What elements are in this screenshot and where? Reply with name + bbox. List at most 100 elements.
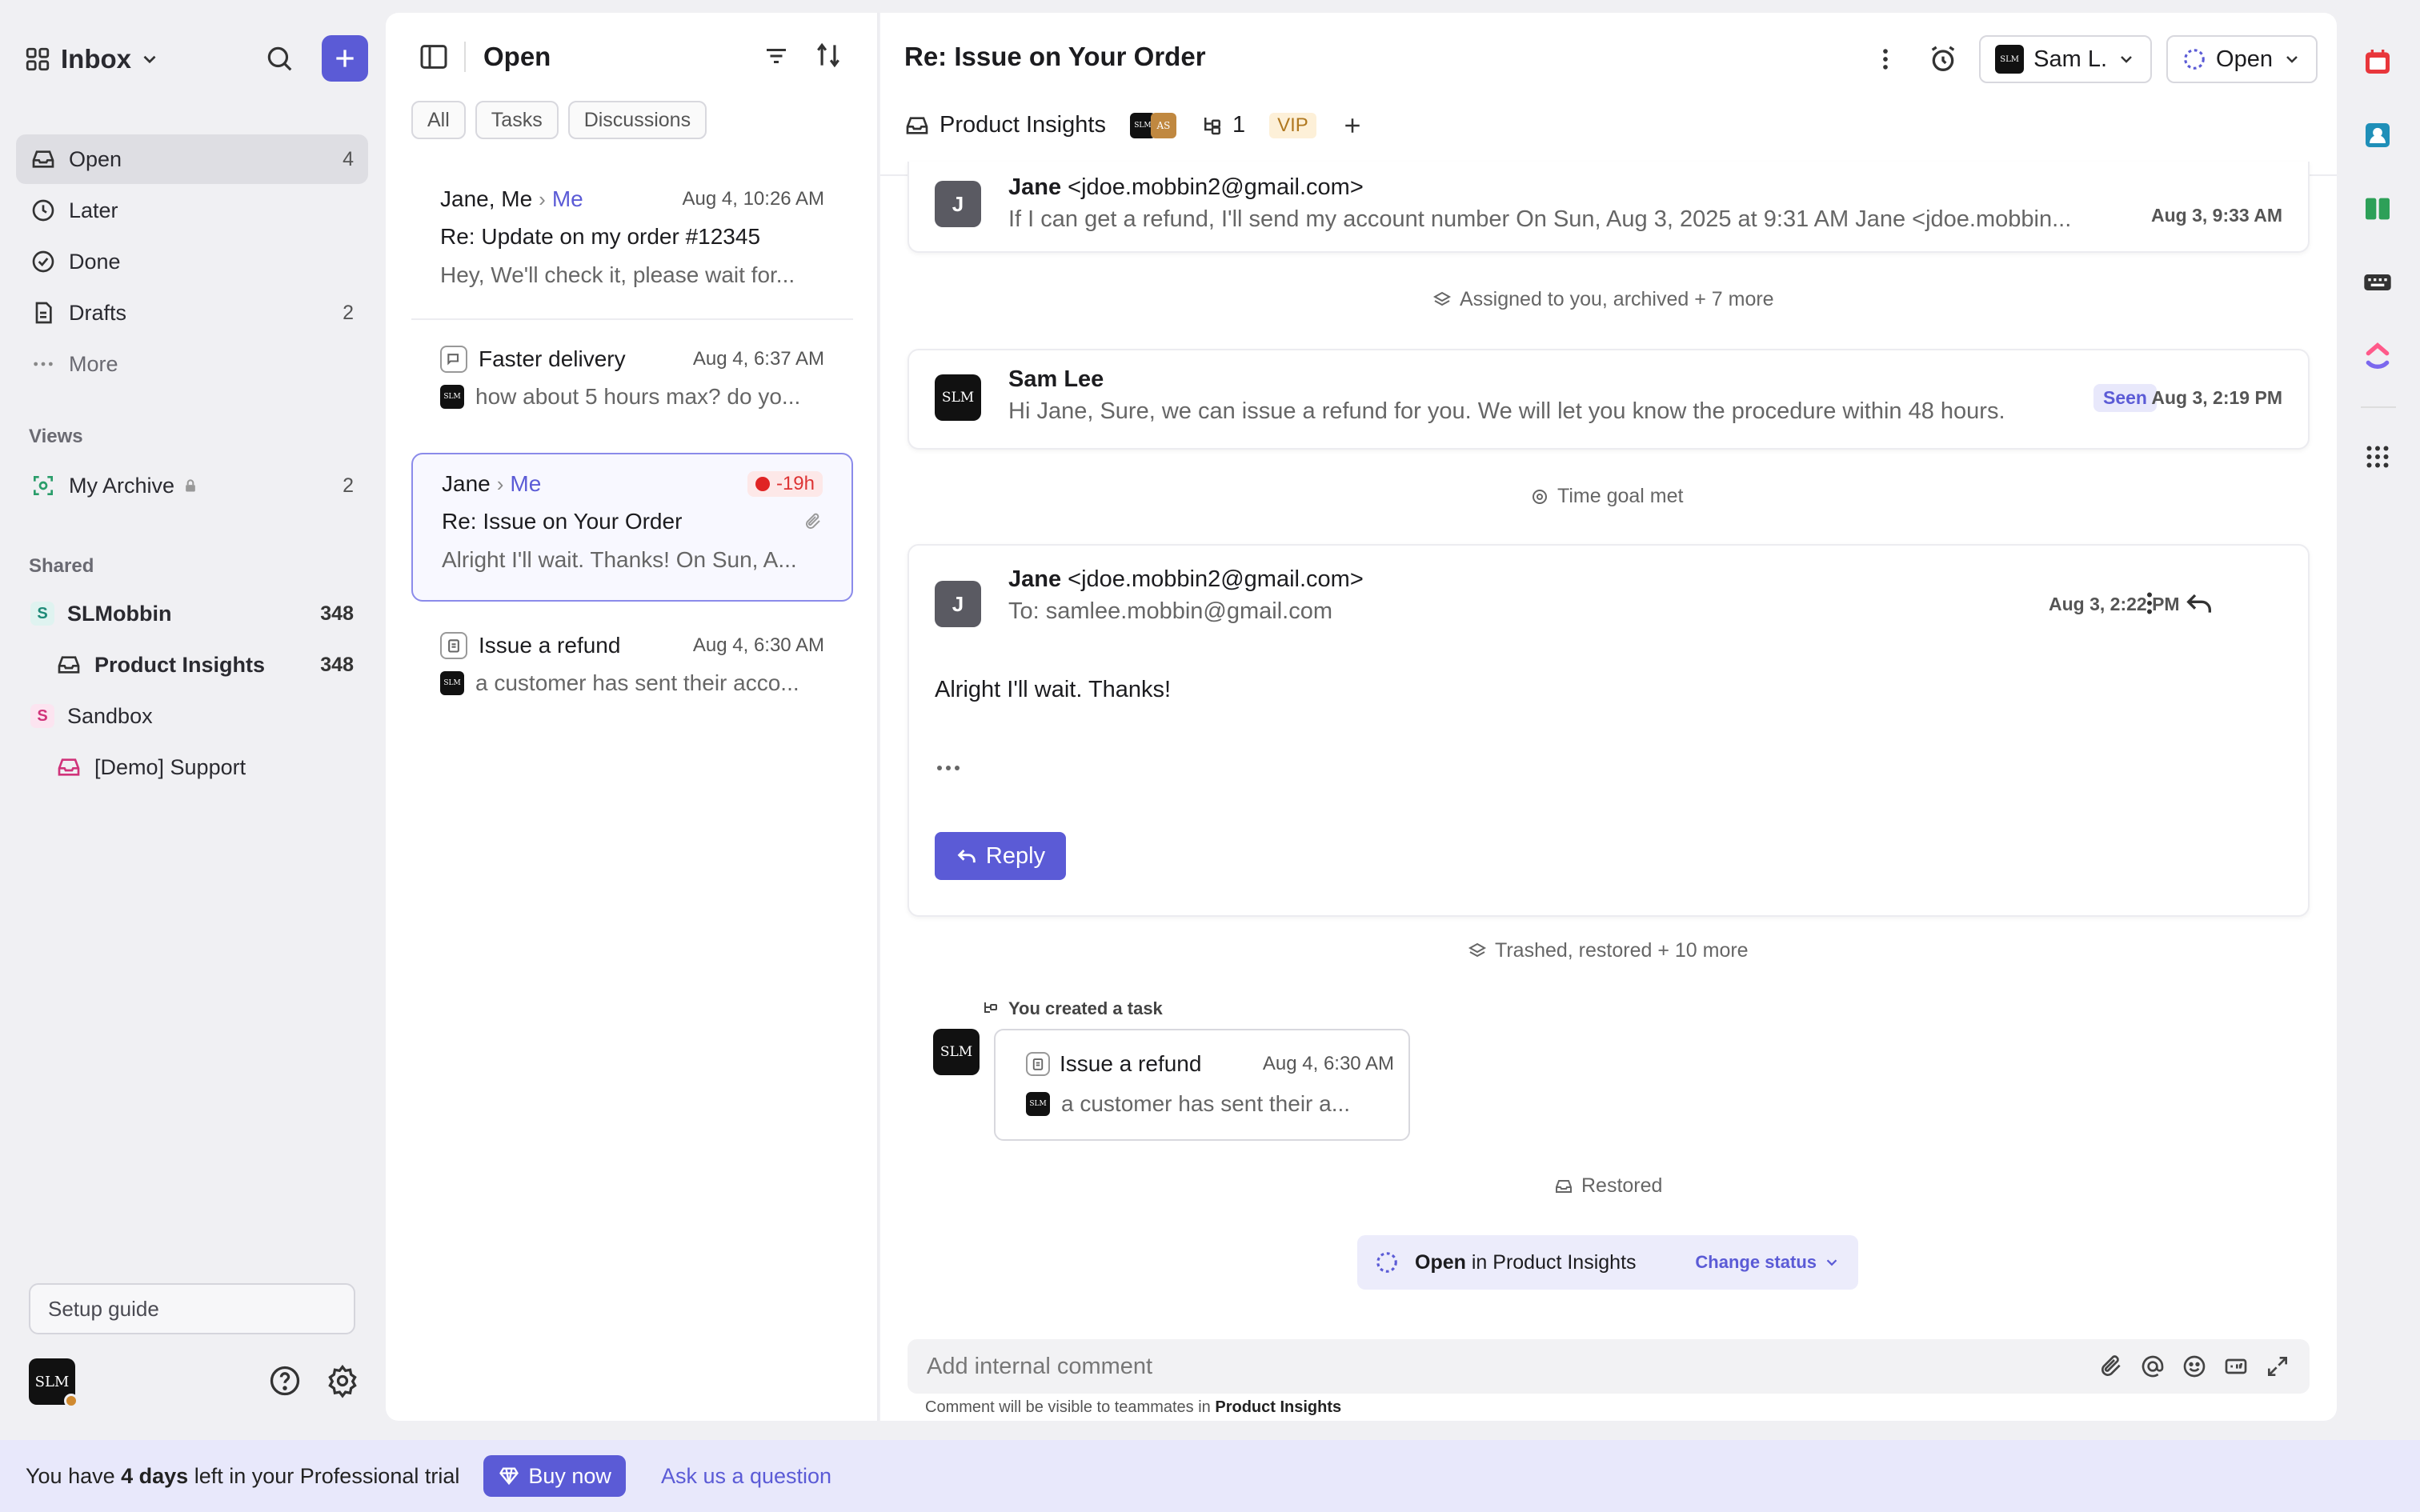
chip-all[interactable]: All [411, 101, 466, 139]
nav-more[interactable]: More [16, 339, 368, 389]
subtask-icon [984, 1002, 997, 1013]
inbox-icon [58, 656, 80, 674]
compose-button[interactable] [322, 35, 368, 82]
conv-subject: Re: Update on my order #12345 [440, 224, 761, 249]
assignee-name: Sam L. [2033, 46, 2108, 72]
note-inbox: Product Insights [1215, 1398, 1342, 1416]
avatar: SLM [1026, 1092, 1050, 1116]
trial-days: 4 days [121, 1463, 189, 1488]
snooze-button[interactable] [1921, 38, 1965, 81]
user-avatar[interactable]: SLM [29, 1358, 78, 1408]
conv-from: Jane [442, 471, 491, 496]
status-dropdown[interactable]: Open [2166, 35, 2318, 83]
nav-open[interactable]: Open 4 [16, 134, 368, 184]
nav-later[interactable]: Later [16, 186, 368, 235]
document-icon [35, 302, 52, 324]
status-bar: Open in Product Insights Change status [1357, 1235, 1858, 1290]
linked-tasks[interactable]: 1 [1200, 112, 1245, 138]
filter-icon[interactable] [762, 42, 791, 70]
team-badge: S [30, 704, 54, 728]
shared-sandbox[interactable]: S Sandbox [16, 691, 368, 741]
conversation-item[interactable]: Faster delivery Aug 4, 6:37 AM SLM how ab… [411, 341, 853, 416]
message-recipient: To: samlee.mobbin@gmail.com [1008, 598, 1332, 624]
nav-done[interactable]: Done [16, 237, 368, 286]
assignee-dropdown[interactable]: SLM Sam L. [1979, 35, 2153, 83]
vip-tag[interactable]: VIP [1269, 112, 1316, 138]
workspace-title: Inbox [61, 44, 131, 74]
buy-now-button[interactable]: Buy now [483, 1455, 626, 1497]
layers-icon [1468, 942, 1487, 957]
conv-preview: how about 5 hours max? do yo... [475, 384, 801, 409]
shared-count: 348 [320, 653, 354, 676]
shared-label: [Demo] Support [94, 754, 246, 779]
mention-icon[interactable] [2140, 1354, 2166, 1379]
conversation-item[interactable]: Jane, Me › Me Aug 4, 10:26 AM Re: Update… [411, 181, 853, 294]
view-my-archive[interactable]: My Archive 2 [16, 461, 368, 510]
message-collapsed[interactable]: SLM Sam Lee Hi Jane, Sure, we can issue … [908, 349, 2310, 450]
avatar-text: SLM [34, 1373, 70, 1390]
emoji-icon[interactable] [2182, 1354, 2207, 1379]
shared-product-insights[interactable]: Product Insights 348 [16, 640, 368, 690]
change-status-button[interactable]: Change status [1695, 1252, 1841, 1273]
conversation-meta-bar: Product Insights SLM AS 1 VIP [904, 112, 1364, 138]
conversation-item-selected[interactable]: Jane › Me -19h Re: Issue on Your Order A… [411, 453, 853, 602]
sidebar-toggle-icon[interactable] [418, 41, 450, 73]
gear-icon[interactable] [325, 1363, 360, 1398]
keyboard-icon [2364, 274, 2391, 290]
expand-icon[interactable] [2265, 1354, 2290, 1379]
conversation-item[interactable]: Issue a refund Aug 4, 6:30 AM SLM a custo… [411, 627, 853, 702]
kebab-icon[interactable] [2135, 589, 2164, 618]
sender-name: Jane [1008, 174, 1062, 200]
search-button[interactable] [259, 38, 299, 78]
event-text: Time goal met [1557, 485, 1684, 507]
message-collapsed[interactable]: J Jane <jdoe.mobbin2@gmail.com> If I can… [908, 162, 2310, 253]
sidebar: Inbox Open 4 Later Done Drafts 2 More Vi… [0, 0, 386, 1440]
more-options-button[interactable] [1864, 38, 1907, 81]
activity-event: Restored [1554, 1174, 1662, 1198]
activity-event[interactable]: Trashed, restored + 10 more [1468, 939, 1749, 962]
task-created-label: You created a task [981, 998, 1163, 1019]
clickup-app[interactable] [2359, 338, 2396, 374]
shared-demo-support[interactable]: [Demo] Support [16, 742, 368, 792]
sender-email: <jdoe.mobbin2@gmail.com> [1068, 566, 1364, 592]
chip-tasks[interactable]: Tasks [475, 101, 559, 139]
message-snippet: Hi Jane, Sure, we can issue a refund for… [1008, 398, 2005, 424]
nav-drafts[interactable]: Drafts 2 [16, 288, 368, 338]
chevron-right-icon: › [496, 471, 504, 496]
diamond-icon [499, 1467, 519, 1486]
task-card-header: Issue a refund Aug 4, 6:30 AM [1026, 1051, 1394, 1077]
shared-slmobbin[interactable]: S SLMobbin 348 [16, 589, 368, 638]
apps-grid-button[interactable] [2359, 438, 2396, 475]
setup-guide-button[interactable]: Setup guide [29, 1283, 355, 1334]
comment-note: Comment will be visible to teammates in … [925, 1398, 1341, 1417]
notes-app[interactable] [2359, 190, 2396, 227]
show-quoted-icon[interactable] [935, 760, 962, 776]
reply-label: Reply [985, 842, 1046, 869]
message-time: Aug 3, 2:19 PM [2151, 387, 2282, 408]
contacts-app[interactable] [2359, 117, 2396, 154]
add-tag-icon[interactable] [1340, 114, 1364, 138]
paperclip-icon [806, 513, 820, 529]
message-sender: Jane <jdoe.mobbin2@gmail.com> [1008, 174, 1364, 201]
ask-question-link[interactable]: Ask us a question [661, 1464, 831, 1489]
participant-avatars[interactable]: SLM AS [1129, 112, 1176, 138]
paperclip-icon[interactable] [2098, 1354, 2124, 1379]
inbox-tag[interactable]: Product Insights [904, 112, 1106, 138]
reply-arrow-icon[interactable] [2183, 587, 2215, 619]
task-card[interactable]: Issue a refund Aug 4, 6:30 AM SLM a cust… [994, 1029, 1410, 1141]
keyboard-app[interactable] [2359, 264, 2396, 301]
activity-event[interactable]: Assigned to you, archived + 7 more [1432, 288, 1774, 311]
internal-comment-box[interactable]: Add internal comment [908, 1339, 2310, 1394]
conv-time: Aug 4, 6:30 AM [692, 634, 824, 656]
conversation-list-panel: Open All Tasks Discussions Jane, Me › Me… [386, 13, 879, 1421]
reply-button[interactable]: Reply [935, 832, 1066, 880]
sort-icon[interactable] [813, 40, 843, 70]
reply-icon [957, 849, 976, 863]
help-icon[interactable] [267, 1363, 302, 1398]
gif-icon[interactable] [2223, 1354, 2249, 1379]
calendar-app[interactable] [2359, 43, 2396, 80]
team-badge: S [30, 602, 54, 626]
workspace-switcher[interactable]: Inbox [24, 35, 368, 83]
inbox-icon [58, 758, 80, 776]
chip-discussions[interactable]: Discussions [567, 101, 707, 139]
